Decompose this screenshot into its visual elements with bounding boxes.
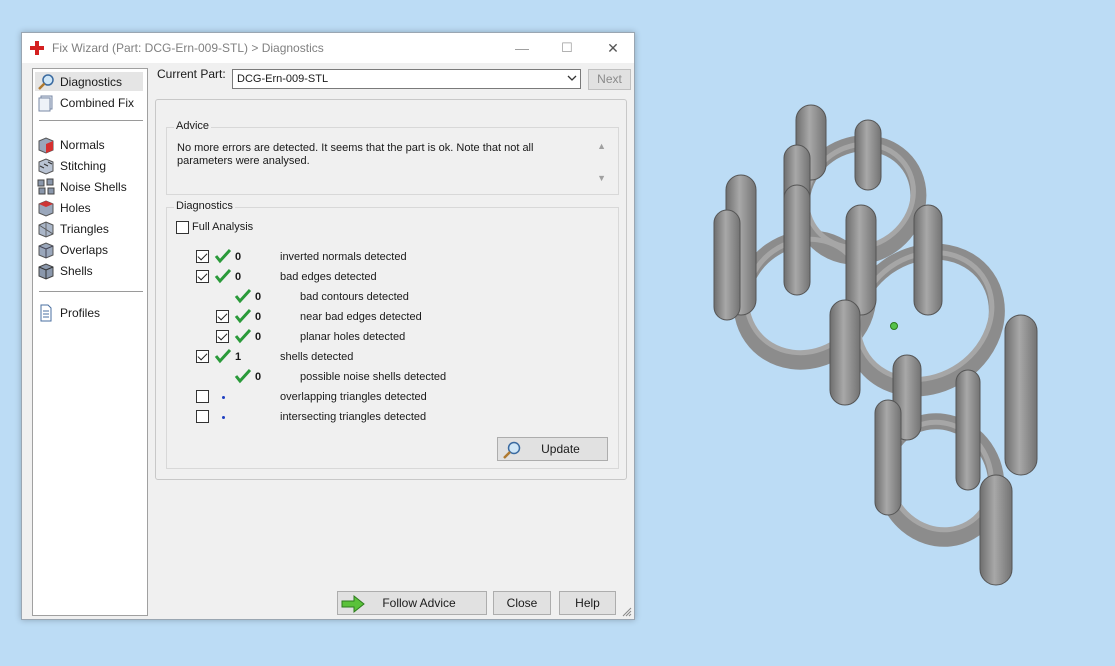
sidebar-item-holes[interactable]: Holes [35, 198, 143, 217]
sidebar-item-label: Diagnostics [60, 74, 123, 89]
green-check-icon [234, 368, 252, 384]
update-button[interactable]: Update [497, 437, 608, 461]
stitching-icon [38, 157, 54, 175]
overlapping-triangles-checkbox[interactable] [196, 390, 209, 403]
pending-dot-icon [222, 396, 225, 399]
magnifier-icon [503, 441, 521, 459]
sidebar-divider [39, 291, 143, 292]
sidebar-item-profiles[interactable]: Profiles [35, 303, 143, 322]
sidebar-item-label: Normals [60, 137, 105, 152]
sidebar-item-label: Stitching [60, 158, 107, 173]
sidebar-item-noise-shells[interactable]: Noise Shells [35, 177, 143, 196]
normals-cube-icon [38, 136, 54, 154]
fix-wizard-window: Fix Wizard (Part: DCG-Ern-009-STL) > Dia… [21, 32, 635, 620]
sidebar-item-combined-fix[interactable]: Combined Fix [35, 93, 143, 112]
intersecting-triangles-label: intersecting triangles detected [280, 411, 427, 423]
planar-holes-checkbox[interactable] [216, 330, 229, 343]
follow-advice-button[interactable]: Follow Advice [337, 591, 487, 615]
scroll-up-icon[interactable]: ▲ [597, 141, 606, 151]
shells-count: 1 [235, 351, 242, 363]
near-bad-edges-checkbox[interactable] [216, 310, 229, 323]
bad-edges-label: bad edges detected [280, 271, 377, 283]
sidebar-item-triangles[interactable]: Triangles [35, 219, 143, 238]
sidebar-item-label: Noise Shells [60, 179, 127, 194]
next-button[interactable]: Next [588, 69, 631, 90]
sidebar-item-overlaps[interactable]: Overlaps [35, 240, 143, 259]
current-part-label: Current Part: [157, 67, 226, 81]
green-check-icon [214, 348, 232, 364]
holes-icon [38, 199, 54, 217]
pending-dot-icon [222, 416, 225, 419]
advice-groupbox: Advice No more errors are detected. It s… [166, 120, 619, 195]
full-analysis-checkbox[interactable] [176, 221, 189, 234]
noise-shells-count: 0 [255, 371, 262, 383]
sidebar-item-label: Holes [60, 200, 91, 215]
green-check-icon [234, 308, 252, 324]
minimize-button[interactable]: — [499, 33, 545, 63]
sidebar-item-shells[interactable]: Shells [35, 261, 143, 280]
bad-edges-count: 0 [235, 271, 242, 283]
advice-title: Advice [174, 120, 212, 132]
green-check-icon [214, 248, 232, 264]
scroll-down-icon[interactable]: ▼ [597, 173, 606, 183]
sidebar-item-label: Profiles [60, 305, 101, 320]
inverted-normals-label: inverted normals detected [280, 251, 407, 263]
close-button[interactable]: Close [493, 591, 551, 615]
diagnostics-title: Diagnostics [174, 200, 235, 212]
sidebar-item-label: Shells [60, 263, 93, 278]
sidebar-item-label: Overlaps [60, 242, 109, 257]
resize-grip-icon[interactable] [622, 607, 632, 617]
bad-contours-count: 0 [255, 291, 262, 303]
wizard-sidebar: Diagnostics Combined Fix Normals Stitchi… [32, 68, 148, 616]
bad-edges-checkbox[interactable] [196, 270, 209, 283]
red-cross-icon [30, 41, 44, 55]
near-bad-edges-label: near bad edges detected [300, 311, 422, 323]
sidebar-item-label: Combined Fix [60, 95, 135, 110]
green-check-icon [234, 288, 252, 304]
maximize-button[interactable]: ☐ [544, 33, 590, 63]
sidebar-item-normals[interactable]: Normals [35, 135, 143, 154]
sidebar-divider [39, 120, 143, 121]
overlapping-triangles-label: overlapping triangles detected [280, 391, 427, 403]
overlaps-icon [38, 241, 54, 259]
near-bad-edges-count: 0 [255, 311, 262, 323]
current-part-select[interactable]: DCG-Ern-009-STL [232, 69, 581, 89]
close-window-button[interactable]: ✕ [590, 33, 636, 63]
window-title: Fix Wizard (Part: DCG-Ern-009-STL) > Dia… [52, 41, 324, 55]
noise-shells-label: possible noise shells detected [300, 371, 447, 383]
triangles-icon [38, 220, 54, 238]
help-button[interactable]: Help [559, 591, 616, 615]
document-icon [40, 304, 52, 321]
bad-contours-label: bad contours detected [300, 291, 409, 303]
sidebar-item-label: Triangles [60, 221, 109, 236]
shells-icon [38, 262, 54, 280]
sidebar-item-stitching[interactable]: Stitching [35, 156, 143, 175]
planar-holes-count: 0 [255, 331, 262, 343]
magnifier-icon [38, 73, 54, 90]
follow-advice-label: Follow Advice [382, 596, 456, 610]
pivot-point-icon [890, 322, 898, 330]
intersecting-triangles-checkbox[interactable] [196, 410, 209, 423]
green-arrow-icon [341, 594, 365, 614]
title-bar[interactable]: Fix Wizard (Part: DCG-Ern-009-STL) > Dia… [22, 33, 634, 63]
cube-layers-icon [38, 95, 53, 111]
inverted-normals-count: 0 [235, 251, 242, 263]
noise-shells-icon [37, 178, 55, 194]
current-part-value: DCG-Ern-009-STL [237, 73, 329, 85]
shells-checkbox[interactable] [196, 350, 209, 363]
green-check-icon [214, 268, 232, 284]
advice-text: No more errors are detected. It seems th… [177, 142, 534, 167]
inverted-normals-checkbox[interactable] [196, 250, 209, 263]
planar-holes-label: planar holes detected [300, 331, 406, 343]
3d-model-viewport[interactable] [700, 90, 1070, 600]
green-check-icon [234, 328, 252, 344]
update-label: Update [541, 442, 580, 456]
sidebar-item-diagnostics[interactable]: Diagnostics [35, 72, 143, 91]
shells-label: shells detected [280, 351, 354, 363]
full-analysis-label: Full Analysis [192, 221, 254, 233]
chevron-down-icon [567, 73, 577, 86]
